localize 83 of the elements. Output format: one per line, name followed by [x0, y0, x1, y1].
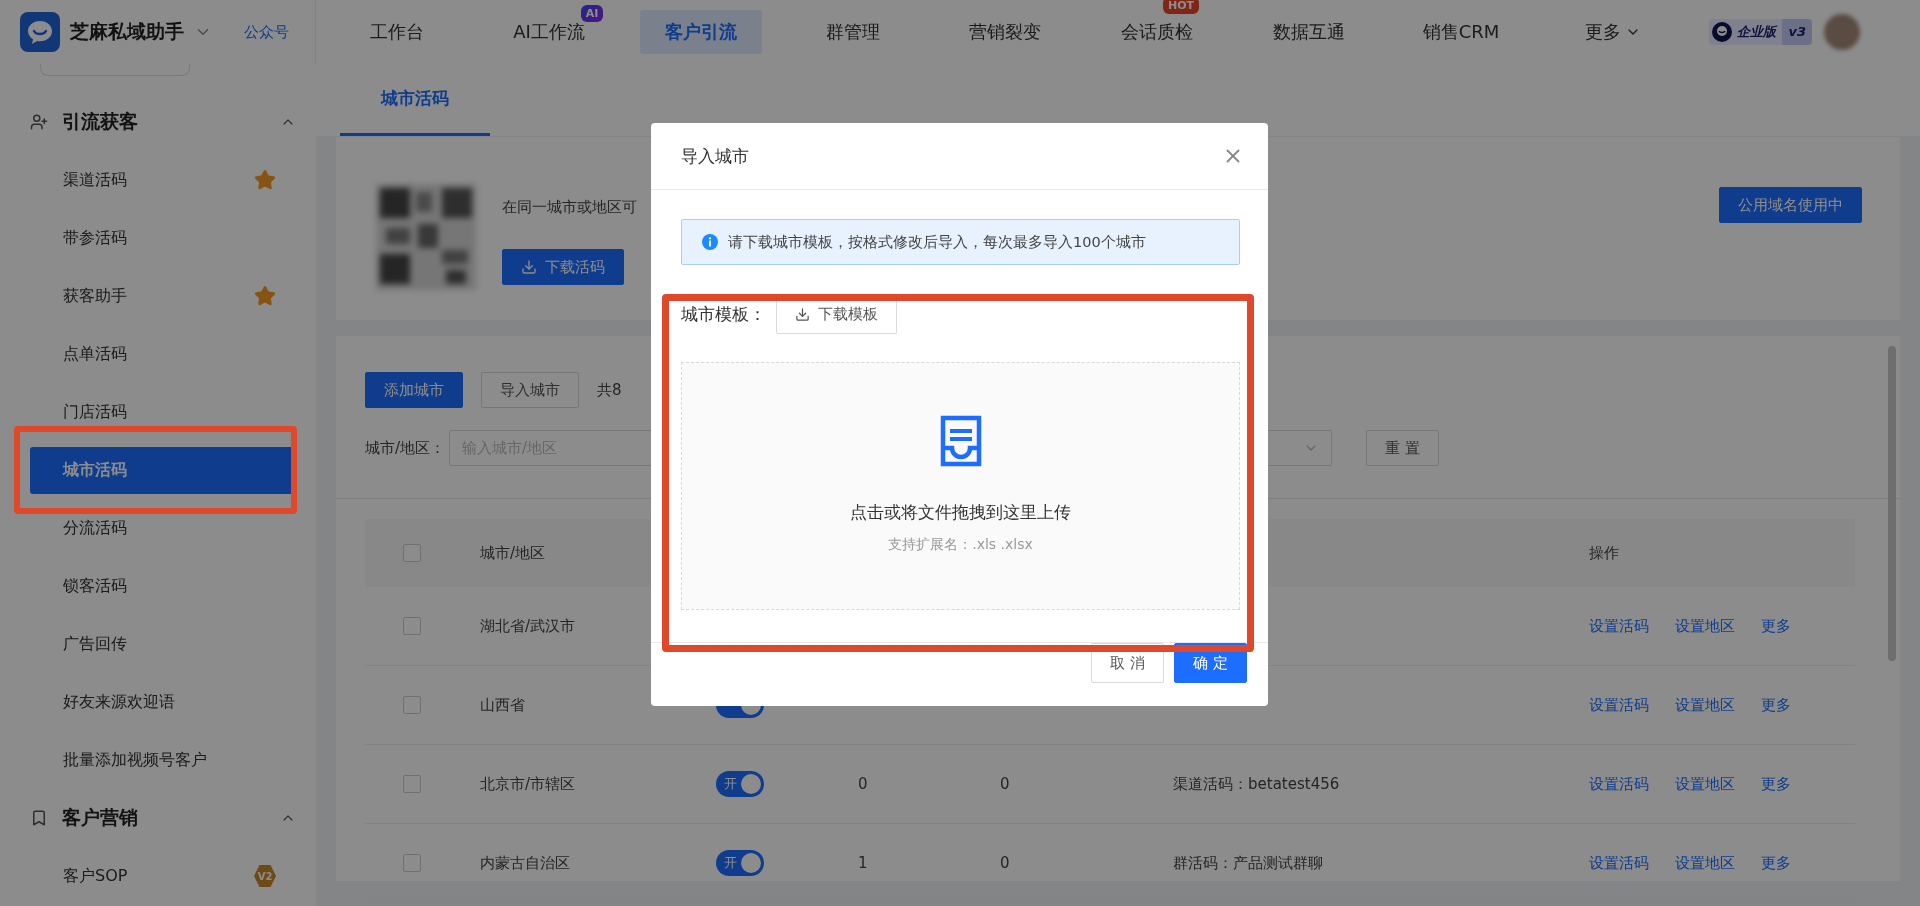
- sidebar-item[interactable]: 广告回传: [30, 620, 296, 668]
- edition-logo-icon: [1711, 21, 1734, 43]
- action-link[interactable]: 更多: [1761, 695, 1791, 715]
- action-link[interactable]: 设置地区: [1675, 774, 1735, 794]
- upload-dropzone[interactable]: 点击或将文件拖拽到这里上传 支持扩展名：.xls .xlsx: [681, 362, 1240, 610]
- import-city-button[interactable]: 导入城市: [481, 372, 579, 408]
- nav-tab[interactable]: 客户引流: [640, 10, 762, 54]
- reset-button[interactable]: 重 置: [1366, 430, 1439, 466]
- user-plus-icon: [30, 113, 48, 131]
- template-label: 城市模板：: [681, 302, 766, 326]
- table-cell-text: 群活码：产品测试群聊: [1173, 853, 1324, 873]
- sidebar-item[interactable]: 点单活码: [30, 330, 296, 378]
- action-link[interactable]: 设置活码: [1589, 774, 1649, 794]
- table-cell-text: 湖北省/武汉市: [480, 616, 577, 636]
- sidebar-item[interactable]: 批量添加视频号客户: [30, 736, 296, 784]
- download-icon: [795, 306, 810, 322]
- action-link[interactable]: 设置地区: [1675, 616, 1735, 636]
- edition-label: 企业版: [1736, 23, 1778, 41]
- table-cell-text: 0: [1000, 775, 1011, 793]
- table-cell-text: 北京市/市辖区: [480, 774, 577, 794]
- nav-tab[interactable]: 营销裂变: [969, 19, 1041, 45]
- action-link[interactable]: 设置活码: [1589, 616, 1649, 636]
- column-header: 城市/地区: [480, 543, 547, 563]
- upload-hint: 支持扩展名：.xls .xlsx: [888, 536, 1033, 554]
- sidebar-item[interactable]: 分流活码: [30, 504, 296, 552]
- nav-badge: HOT: [1163, 0, 1200, 14]
- notice-text: 请下载城市模板，按格式修改后导入，每次最多导入100个城市: [728, 232, 1146, 252]
- sidebar-item[interactable]: 获客助手: [30, 272, 296, 320]
- table-cell-text: 0: [1000, 854, 1011, 872]
- table-cell-text: 山西省: [480, 695, 526, 715]
- sidebar-item[interactable]: 客户SOP V2: [30, 852, 296, 900]
- add-city-button[interactable]: 添加城市: [365, 372, 463, 408]
- action-link[interactable]: 更多: [1761, 616, 1791, 636]
- toggle-switch[interactable]: 开: [716, 771, 764, 797]
- nav-tab[interactable]: 会话质检: [1121, 19, 1193, 45]
- checkbox[interactable]: [403, 544, 421, 562]
- sidebar-item[interactable]: 好友来源欢迎语: [30, 678, 296, 726]
- sidebar-item[interactable]: 门店活码: [30, 388, 296, 436]
- dialog-title: 导入城市: [681, 144, 749, 168]
- download-button[interactable]: 下载活码: [502, 249, 624, 285]
- filter-label: 城市/地区：: [365, 438, 446, 458]
- table-cell-text: 渠道活码：betatest456: [1173, 774, 1341, 794]
- total-count: 共8: [597, 380, 622, 400]
- app-name: 芝麻私域助手: [70, 19, 184, 44]
- sidebar-group-title[interactable]: 客户营销: [62, 805, 266, 831]
- logo-icon: [20, 12, 60, 52]
- sidebar-item[interactable]: 锁客活码: [30, 562, 296, 610]
- nav-tab[interactable]: AI工作流: [513, 19, 585, 45]
- domain-button[interactable]: 公用域名使用中: [1719, 187, 1862, 223]
- info-icon: [702, 234, 718, 250]
- checkbox[interactable]: [403, 775, 421, 793]
- checkbox[interactable]: [403, 854, 421, 872]
- toggle-switch[interactable]: 开: [716, 850, 764, 876]
- table-cell-text: 内蒙古自治区: [480, 853, 571, 873]
- nav-tab[interactable]: 更多: [1585, 19, 1641, 45]
- table-cell-text: 0: [858, 775, 869, 793]
- nav-tab[interactable]: 群管理: [826, 19, 880, 45]
- checkbox[interactable]: [403, 617, 421, 635]
- action-link[interactable]: 更多: [1761, 774, 1791, 794]
- file-tray-icon: [939, 415, 982, 467]
- nav-tab[interactable]: 数据互通: [1273, 19, 1345, 45]
- action-link[interactable]: 设置活码: [1589, 695, 1649, 715]
- nav-tab[interactable]: 工作台: [370, 19, 424, 45]
- upload-text: 点击或将文件拖拽到这里上传: [850, 501, 1071, 524]
- avatar[interactable]: [1824, 14, 1860, 50]
- nav-tab[interactable]: 销售CRM: [1422, 19, 1500, 45]
- action-link[interactable]: 更多: [1761, 853, 1791, 873]
- download-icon: [521, 259, 537, 275]
- sidebar-item[interactable]: 带参活码: [30, 214, 296, 262]
- checkbox[interactable]: [403, 696, 421, 714]
- action-link[interactable]: 设置活码: [1589, 853, 1649, 873]
- sidebar-item[interactable]: 渠道活码: [30, 156, 296, 204]
- bookmark-icon: [30, 809, 48, 827]
- sidebar-group-title[interactable]: 引流获客: [62, 109, 266, 135]
- action-link[interactable]: 设置地区: [1675, 853, 1735, 873]
- account-link[interactable]: 公众号: [244, 22, 289, 42]
- table-cell-text: 1: [858, 854, 869, 872]
- version-badge: V2: [254, 865, 276, 887]
- column-header: 操作: [1589, 543, 1620, 563]
- action-link[interactable]: 设置地区: [1675, 695, 1735, 715]
- intro-text: 在同一城市或地区可: [502, 198, 637, 217]
- nav-badge: AI: [580, 5, 604, 22]
- version-label: v3: [1782, 19, 1812, 45]
